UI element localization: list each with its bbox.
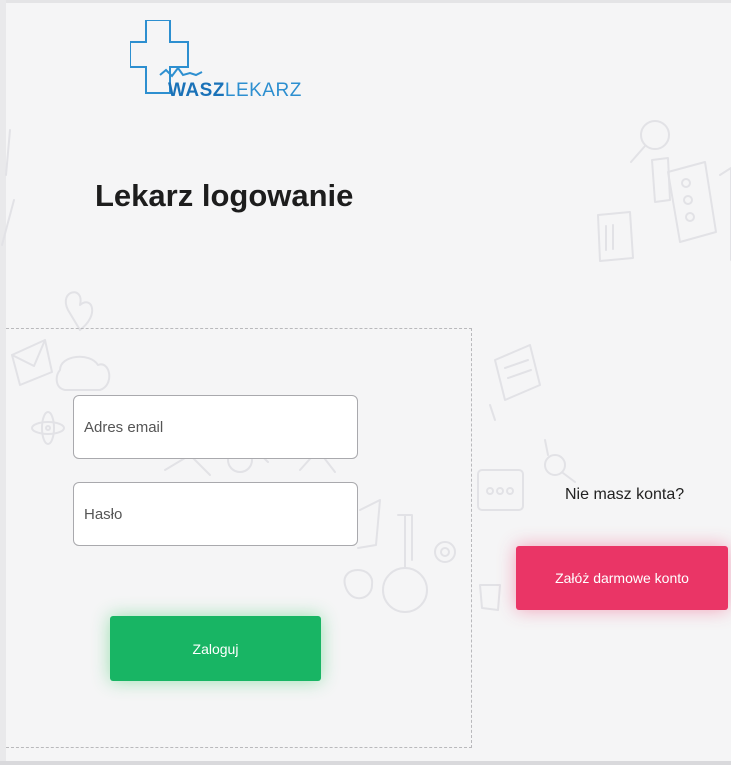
logo-wordmark: WASZLEKARZ — [168, 80, 302, 102]
page-title-bold: Lekarz — [95, 178, 194, 213]
password-input[interactable] — [73, 482, 358, 546]
magnifier-doodle-icon — [640, 120, 670, 150]
email-input[interactable] — [73, 395, 358, 459]
page-title: Lekarz logowanie — [95, 178, 353, 214]
document-doodle-icon — [597, 211, 634, 262]
login-button[interactable]: Zaloguj — [110, 616, 321, 681]
page-title-regular: logowanie — [193, 178, 354, 213]
logo-text-light: LEKARZ — [224, 80, 302, 101]
window-top-border — [0, 0, 731, 3]
logo-text-bold: WASZ — [168, 80, 225, 101]
register-button[interactable]: Załóż darmowe konto — [516, 546, 728, 610]
heart-doodle-icon — [64, 291, 93, 331]
thumb-doodle-icon — [479, 584, 501, 611]
no-account-prompt: Nie masz konta? — [565, 486, 685, 503]
window-bottom-border — [0, 761, 731, 765]
phone-doodle-icon — [667, 161, 717, 243]
document-right-doodle-icon — [494, 344, 541, 401]
chat-doodle-icon — [477, 469, 524, 511]
